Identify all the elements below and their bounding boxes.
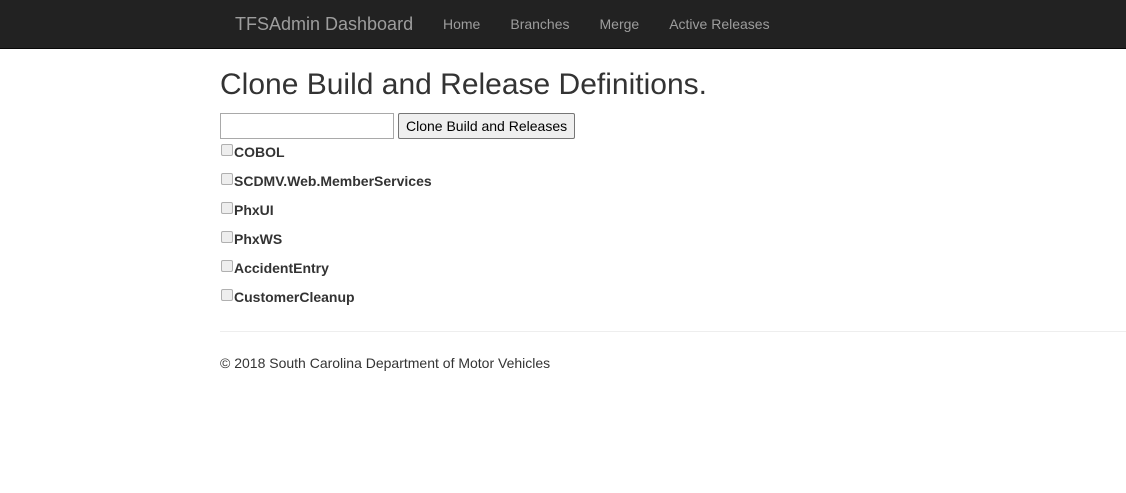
definition-checkbox-phxws[interactable] — [221, 231, 233, 243]
main-nav: Home Branches Merge Active Releases — [428, 0, 785, 49]
definition-checkbox-scdmv-web-memberservices[interactable] — [221, 173, 233, 185]
definition-checkbox-cobol[interactable] — [221, 144, 233, 156]
body-content: Clone Build and Release Definitions. Clo… — [220, 49, 1126, 371]
definition-label: CustomerCleanup — [234, 289, 355, 305]
nav-link-home[interactable]: Home — [428, 0, 495, 48]
definition-label: SCDMV.Web.MemberServices — [234, 173, 432, 189]
nav-item-branches: Branches — [495, 0, 584, 49]
list-item: PhxUI — [220, 201, 1126, 230]
definition-list: COBOL SCDMV.Web.MemberServices PhxUI Phx… — [220, 143, 1126, 317]
clone-form: Clone Build and Releases — [220, 113, 1126, 139]
definition-name-input[interactable] — [220, 113, 394, 139]
nav-link-active-releases[interactable]: Active Releases — [654, 0, 784, 48]
definition-label: AccidentEntry — [234, 260, 329, 276]
definition-checkbox-accidententry[interactable] — [221, 260, 233, 272]
footer-copyright: © 2018 South Carolina Department of Moto… — [220, 355, 551, 371]
top-navbar: TFSAdmin Dashboard Home Branches Merge A… — [0, 0, 1126, 49]
nav-item-merge: Merge — [585, 0, 655, 49]
list-item: COBOL — [220, 143, 1126, 172]
definition-label: PhxWS — [234, 231, 283, 247]
list-item: AccidentEntry — [220, 259, 1126, 288]
clone-build-releases-button[interactable]: Clone Build and Releases — [398, 113, 576, 139]
definition-checkbox-phxui[interactable] — [221, 202, 233, 214]
nav-link-branches[interactable]: Branches — [495, 0, 584, 48]
definition-checkbox-customercleanup[interactable] — [221, 289, 233, 301]
list-item: CustomerCleanup — [220, 288, 1126, 317]
nav-link-merge[interactable]: Merge — [585, 0, 655, 48]
brand-link[interactable]: TFSAdmin Dashboard — [235, 0, 413, 49]
page-title: Clone Build and Release Definitions. — [220, 68, 707, 101]
list-item: PhxWS — [220, 230, 1126, 259]
list-item: SCDMV.Web.MemberServices — [220, 172, 1126, 201]
footer-divider — [220, 331, 1126, 332]
definition-label: PhxUI — [234, 202, 274, 218]
nav-item-active-releases: Active Releases — [654, 0, 784, 49]
definition-label: COBOL — [234, 144, 285, 160]
nav-item-home: Home — [428, 0, 495, 49]
